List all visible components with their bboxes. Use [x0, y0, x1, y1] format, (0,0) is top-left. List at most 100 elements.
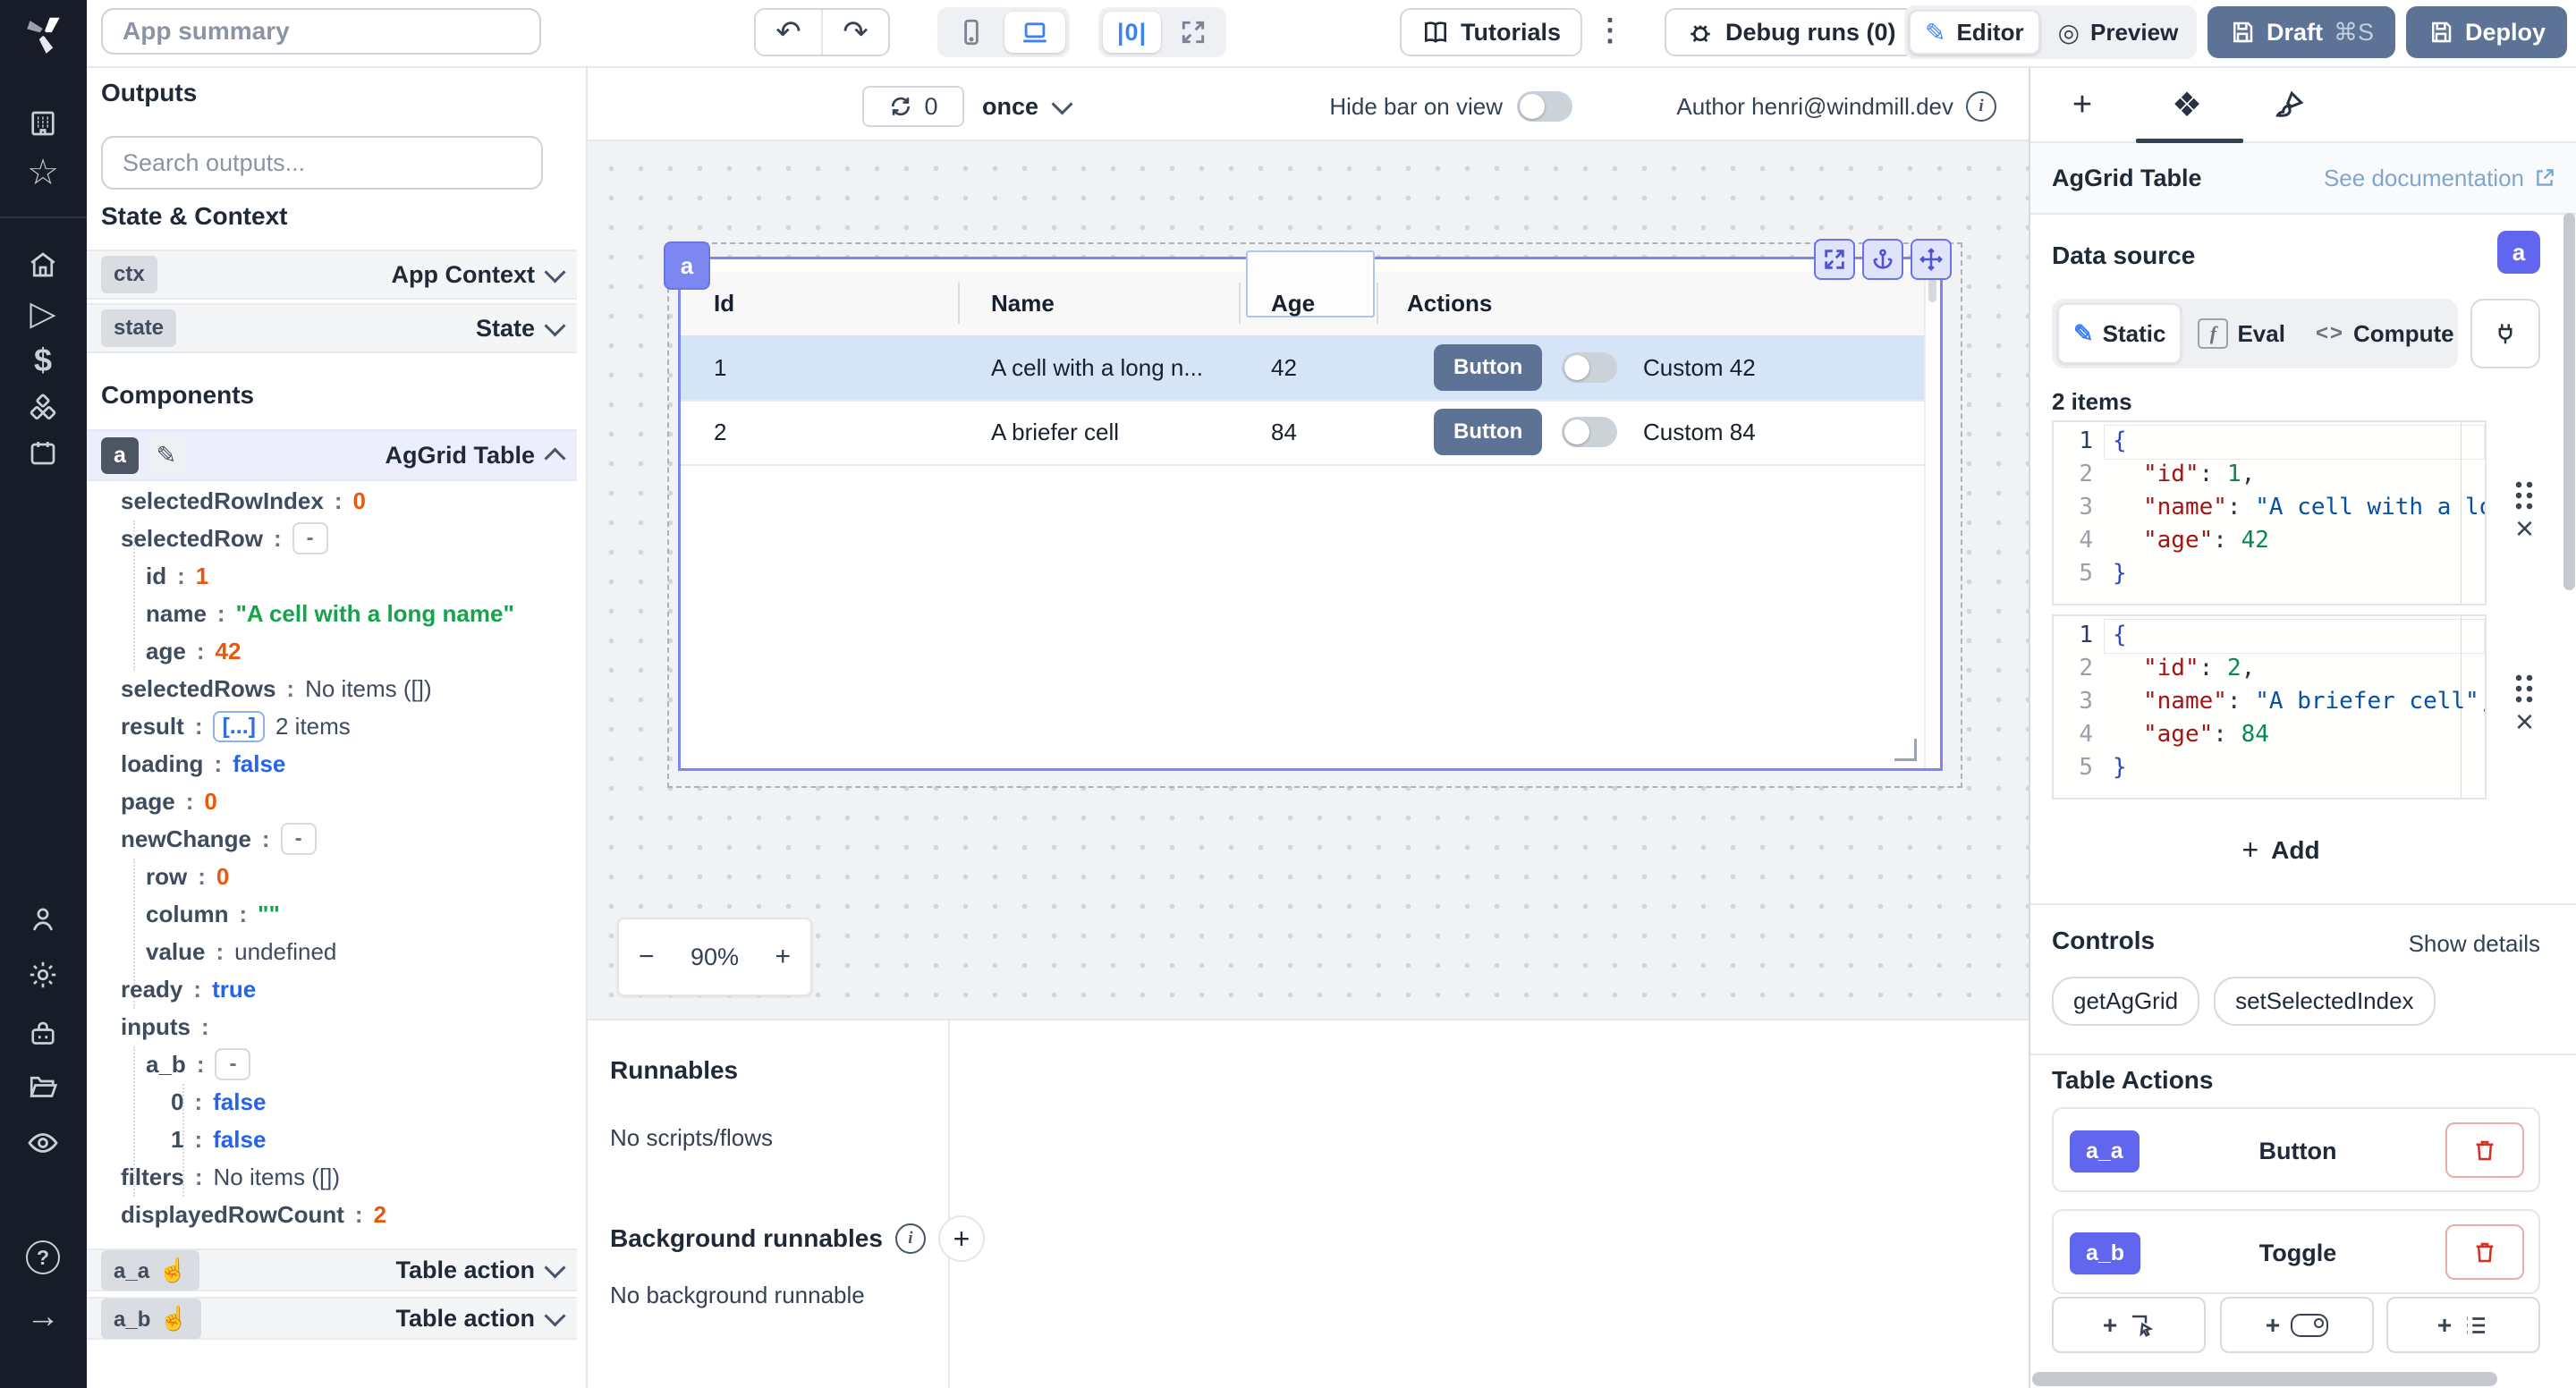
prop-row[interactable]: name:"A cell with a long name" [146, 595, 514, 632]
prop-row[interactable]: selectedRow:- [121, 520, 328, 557]
tab-insert[interactable]: + [2060, 82, 2105, 127]
preview-tab[interactable]: ◎ Preview [2044, 12, 2193, 53]
design-grid[interactable]: a Id Name Age Actions [588, 141, 2029, 1019]
add-item-button[interactable]: + Add [2030, 834, 2531, 867]
audit-button[interactable] [25, 1125, 61, 1161]
redo-button[interactable]: ↷ [821, 10, 888, 55]
fullwidth-layout-button[interactable] [1165, 12, 1222, 53]
table-scrollbar[interactable] [1924, 259, 1940, 768]
table-action-row-a_b[interactable]: a_b☝ Table action [87, 1297, 577, 1340]
schedules-button[interactable] [25, 435, 61, 470]
deploy-button[interactable]: Deploy [2406, 6, 2567, 58]
prop-row[interactable]: id:1 [146, 557, 208, 595]
component-expand-button[interactable] [1814, 239, 1855, 280]
row-button[interactable]: Button [1434, 409, 1542, 455]
edit-id-button[interactable]: ✎ [148, 436, 185, 474]
draft-button[interactable]: Draft ⌘S [2207, 6, 2395, 58]
state-row[interactable]: state State [87, 303, 577, 353]
home-button[interactable] [25, 247, 61, 283]
expand-array-badge[interactable]: [...] [213, 711, 265, 742]
prop-row[interactable]: filters:No items ([]) [121, 1158, 340, 1196]
folders-button[interactable] [25, 1069, 61, 1104]
right-panel-hscrollbar[interactable] [2032, 1372, 2497, 1386]
tutorials-button[interactable]: Tutorials [1400, 8, 1582, 56]
table-row-1[interactable]: 1 A cell with a long n... 42 Button Cust… [681, 335, 1928, 402]
collapsed-object-badge[interactable]: - [215, 1048, 250, 1080]
prop-row[interactable]: displayedRowCount:2 [121, 1196, 386, 1233]
add-toggle-action[interactable]: + [2220, 1297, 2374, 1353]
workers-button[interactable] [25, 1016, 61, 1052]
json-editor-item-1[interactable]: 1 2 3 4 5 { "id": 1, "name": "A cell wit… [2052, 420, 2487, 605]
column-header-age[interactable]: Age [1271, 272, 1315, 335]
prop-row[interactable]: selectedRows:No items ([]) [121, 670, 432, 707]
prop-row[interactable]: loading:false [121, 745, 285, 783]
schedule-dropdown[interactable]: once [982, 86, 1070, 127]
editor-tab[interactable]: ✎ Editor [1909, 10, 2040, 55]
refresh-count-button[interactable]: 0 [862, 86, 964, 127]
see-documentation-link[interactable]: See documentation [2324, 165, 2556, 192]
workspace-button[interactable] [25, 106, 61, 141]
remove-item-button[interactable]: × [2515, 708, 2534, 735]
connect-button[interactable] [2470, 299, 2540, 368]
control-getAgGrid[interactable]: getAgGrid [2052, 977, 2199, 1026]
table-action-row-a_a[interactable]: a_a☝ Table action [87, 1248, 577, 1291]
prop-row[interactable]: ready:true [121, 970, 256, 1008]
debug-runs-button[interactable]: Debug runs (0) [1665, 8, 1918, 56]
hide-bar-toggle[interactable] [1517, 91, 1572, 122]
right-panel-scrollbar[interactable] [2563, 213, 2575, 590]
zoom-in-button[interactable]: + [775, 942, 791, 972]
centered-layout-button[interactable]: |0| [1103, 12, 1161, 53]
aggrid-table-component[interactable]: Id Name Age Actions 1 A cell with a long… [678, 257, 1943, 771]
zoom-out-button[interactable]: − [639, 942, 655, 972]
mobile-view-button[interactable] [942, 12, 1001, 53]
component-header-row[interactable]: a ✎ AgGrid Table [87, 429, 577, 481]
mode-static[interactable]: ✎ Static [2057, 303, 2182, 364]
component-resize-handle[interactable] [1894, 739, 1917, 761]
prop-row[interactable]: 1:false [171, 1121, 266, 1158]
row-toggle[interactable] [1562, 352, 1617, 383]
prop-row[interactable]: inputs: [121, 1008, 220, 1045]
prop-row[interactable]: 0:false [171, 1083, 266, 1121]
show-details-link[interactable]: Show details [2409, 930, 2540, 958]
prop-row[interactable]: selectedRowIndex:0 [121, 482, 366, 520]
column-header-id[interactable]: Id [714, 272, 734, 335]
component-move-button[interactable] [1911, 239, 1952, 280]
column-header-actions[interactable]: Actions [1407, 272, 1492, 335]
delete-action-button[interactable] [2445, 1122, 2524, 1178]
add-button-action[interactable]: + [2052, 1297, 2206, 1353]
search-outputs-input[interactable] [101, 136, 543, 190]
resources-button[interactable] [25, 390, 61, 426]
table-row-2[interactable]: 2 A briefer cell 84 Button Custom 84 [681, 400, 1928, 466]
drag-handle-icon[interactable] [2513, 479, 2535, 512]
app-summary-input[interactable] [101, 8, 541, 55]
prop-row[interactable]: newChange:- [121, 820, 317, 858]
more-menu-button[interactable]: ⋮ [1595, 13, 1625, 48]
collapsed-object-badge[interactable]: - [292, 522, 328, 554]
prop-row[interactable]: column:"" [146, 895, 280, 933]
tab-styling[interactable] [2267, 82, 2312, 127]
mode-eval[interactable]: f Eval [2183, 305, 2300, 362]
expand-sidebar-button[interactable]: → [25, 1299, 61, 1334]
favorites-button[interactable]: ☆ [25, 155, 61, 190]
windmill-logo[interactable] [18, 9, 68, 59]
column-header-name[interactable]: Name [991, 272, 1055, 335]
control-setSelectedIndex[interactable]: setSelectedIndex [2214, 977, 2435, 1026]
prop-row[interactable]: age:42 [146, 632, 241, 670]
user-button[interactable] [25, 901, 61, 937]
prop-row[interactable]: value:undefined [146, 933, 336, 970]
ctx-row[interactable]: ctx App Context [87, 250, 577, 300]
variables-button[interactable]: $ [25, 343, 61, 378]
json-editor-item-2[interactable]: 1 2 3 4 5 { "id": 2, "name": "A briefer … [2052, 614, 2487, 800]
tab-settings[interactable]: ❖ [2165, 82, 2209, 127]
collapsed-object-badge[interactable]: - [281, 823, 317, 855]
table-action-card-button[interactable]: Button a_a [2052, 1107, 2540, 1192]
desktop-view-button[interactable] [1004, 12, 1065, 53]
runs-button[interactable]: ▷ [25, 295, 61, 331]
row-button[interactable]: Button [1434, 344, 1542, 391]
drag-handle-icon[interactable] [2513, 673, 2535, 705]
row-toggle[interactable] [1562, 417, 1617, 447]
info-icon[interactable]: i [1966, 91, 1996, 122]
component-tab-a[interactable]: a [664, 241, 710, 290]
delete-action-button[interactable] [2445, 1224, 2524, 1280]
settings-button[interactable] [25, 957, 61, 993]
